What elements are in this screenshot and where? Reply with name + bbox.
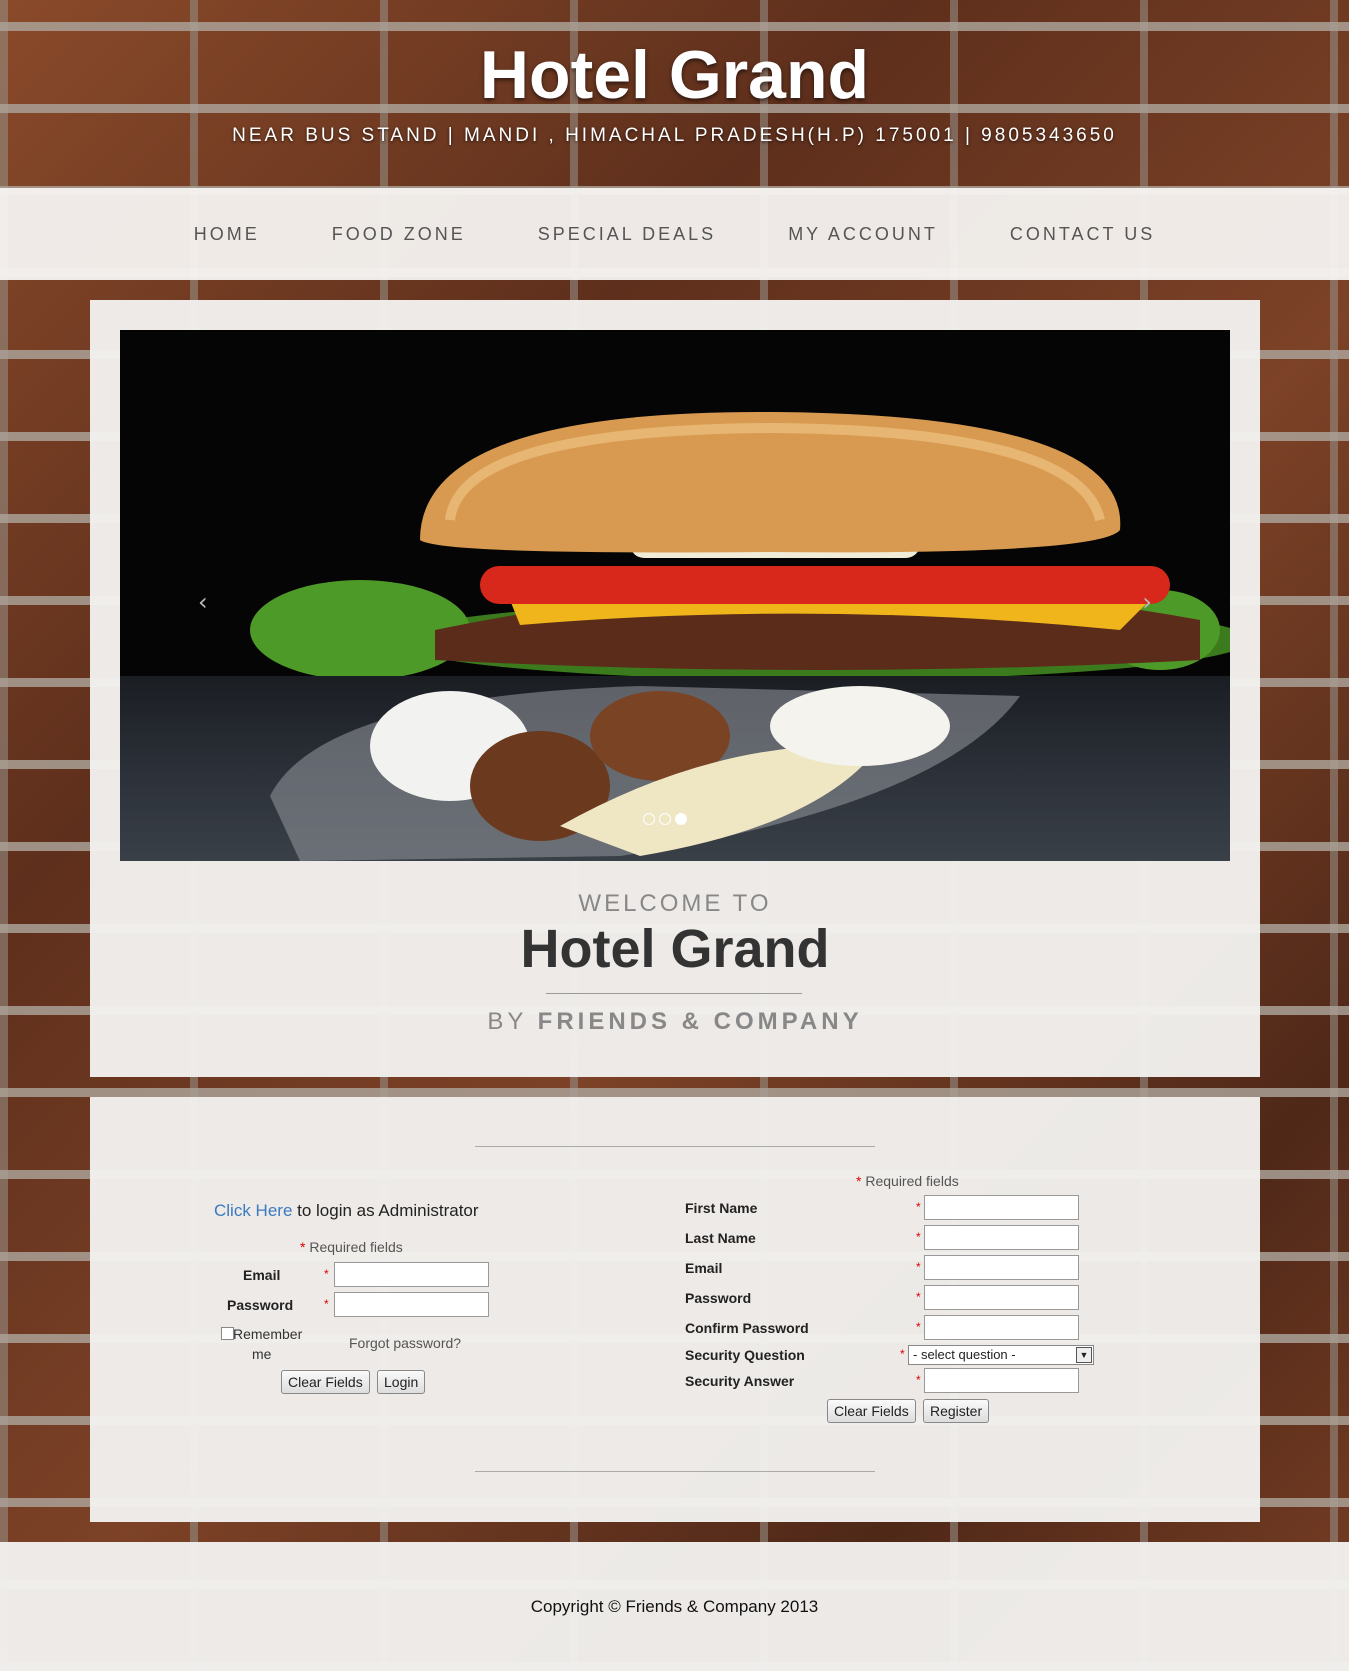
remember-me-label-2: me <box>252 1346 272 1362</box>
slider-dot[interactable] <box>659 813 671 825</box>
required-star: * <box>916 1320 921 1334</box>
required-star: * <box>916 1230 921 1244</box>
admin-login-text: to login as Administrator <box>292 1201 479 1220</box>
login-button[interactable]: Login <box>377 1370 426 1394</box>
last-name-input[interactable] <box>924 1225 1079 1250</box>
register-email-input[interactable] <box>924 1255 1079 1280</box>
required-star: * <box>916 1260 921 1274</box>
slider-dot[interactable] <box>643 813 655 825</box>
forgot-password-link[interactable]: Forgot password? <box>349 1335 461 1351</box>
site-header: Hotel Grand NEAR BUS STAND | MANDI , HIM… <box>0 0 1349 188</box>
welcome-to-text: WELCOME TO <box>578 890 772 917</box>
register-required-note: * Required fields <box>856 1173 959 1189</box>
site-footer: Copyright © Friends & Company 2013 <box>0 1542 1349 1671</box>
required-star: * <box>324 1297 329 1311</box>
login-password-label: Password <box>227 1297 294 1313</box>
login-email-input[interactable] <box>334 1262 489 1287</box>
security-question-value: - select question - <box>913 1347 1016 1362</box>
nav-special-deals[interactable]: SPECIAL DEALS <box>502 224 752 245</box>
byline-by: BY <box>487 1008 527 1035</box>
slide-dessert-image <box>120 676 1230 861</box>
required-star: * <box>916 1290 921 1304</box>
register-email-label: Email <box>685 1260 723 1276</box>
welcome-hotel-title: Hotel Grand <box>520 919 830 979</box>
dessert-illustration <box>270 686 1020 861</box>
account-panel: Click Here to login as Administrator * R… <box>90 1097 1260 1522</box>
first-name-input[interactable] <box>924 1195 1079 1220</box>
security-question-select[interactable]: - select question - ▼ <box>908 1345 1094 1365</box>
welcome-panel: ‹ › WELCOME TO Hotel Grand BY FRIENDS & … <box>90 300 1260 1077</box>
login-clear-button[interactable]: Clear Fields <box>281 1370 370 1394</box>
copyright-text: Copyright © Friends & Company 2013 <box>530 1597 819 1616</box>
welcome-divider <box>546 993 802 994</box>
login-password-input[interactable] <box>334 1292 489 1317</box>
bottom-divider <box>475 1471 875 1472</box>
burger-illustration <box>250 411 1230 680</box>
chevron-down-icon[interactable]: ▼ <box>1076 1347 1092 1363</box>
site-address: NEAR BUS STAND | MANDI , HIMACHAL PRADES… <box>232 125 1117 146</box>
register-button[interactable]: Register <box>923 1399 990 1423</box>
main-nav: HOME FOOD ZONE SPECIAL DEALS MY ACCOUNT … <box>0 188 1349 280</box>
login-required-text: Required fields <box>309 1239 403 1255</box>
login-email-label: Email <box>243 1267 281 1283</box>
remember-me-label: Remember <box>233 1326 303 1342</box>
required-star: * <box>916 1373 921 1387</box>
confirm-password-label: Confirm Password <box>685 1320 809 1336</box>
nav-food-zone[interactable]: FOOD ZONE <box>296 224 502 245</box>
nav-home[interactable]: HOME <box>158 224 296 245</box>
required-star: * <box>916 1200 921 1214</box>
register-password-input[interactable] <box>924 1285 1079 1310</box>
register-required-text: Required fields <box>865 1173 959 1189</box>
slider-prev-arrow[interactable]: ‹ <box>198 588 208 616</box>
login-required-note: * Required fields <box>300 1239 403 1255</box>
last-name-label: Last Name <box>685 1230 756 1246</box>
first-name-label: First Name <box>685 1200 758 1216</box>
required-star: * <box>900 1347 905 1361</box>
slider-dots <box>643 813 687 825</box>
nav-my-account[interactable]: MY ACCOUNT <box>752 224 974 245</box>
confirm-password-input[interactable] <box>924 1315 1079 1340</box>
site-title: Hotel Grand <box>479 37 870 113</box>
slider-next-arrow[interactable]: › <box>1142 588 1152 616</box>
register-clear-button[interactable]: Clear Fields <box>827 1399 916 1423</box>
image-slider[interactable]: ‹ › <box>120 330 1230 861</box>
slider-dot-active[interactable] <box>675 813 687 825</box>
required-star: * <box>324 1267 329 1281</box>
security-answer-input[interactable] <box>924 1368 1079 1393</box>
nav-contact-us[interactable]: CONTACT US <box>974 224 1191 245</box>
slide-burger-image <box>120 330 1230 680</box>
security-question-label: Security Question <box>685 1347 805 1363</box>
byline-company: FRIENDS & COMPANY <box>537 1008 863 1035</box>
admin-click-here-link[interactable]: Click Here <box>214 1201 292 1220</box>
register-password-label: Password <box>685 1290 752 1306</box>
admin-login-line: Click Here to login as Administrator <box>214 1201 479 1221</box>
security-answer-label: Security Answer <box>685 1373 795 1389</box>
top-divider <box>475 1146 875 1147</box>
welcome-byline: BY FRIENDS & COMPANY <box>90 1008 1260 1036</box>
